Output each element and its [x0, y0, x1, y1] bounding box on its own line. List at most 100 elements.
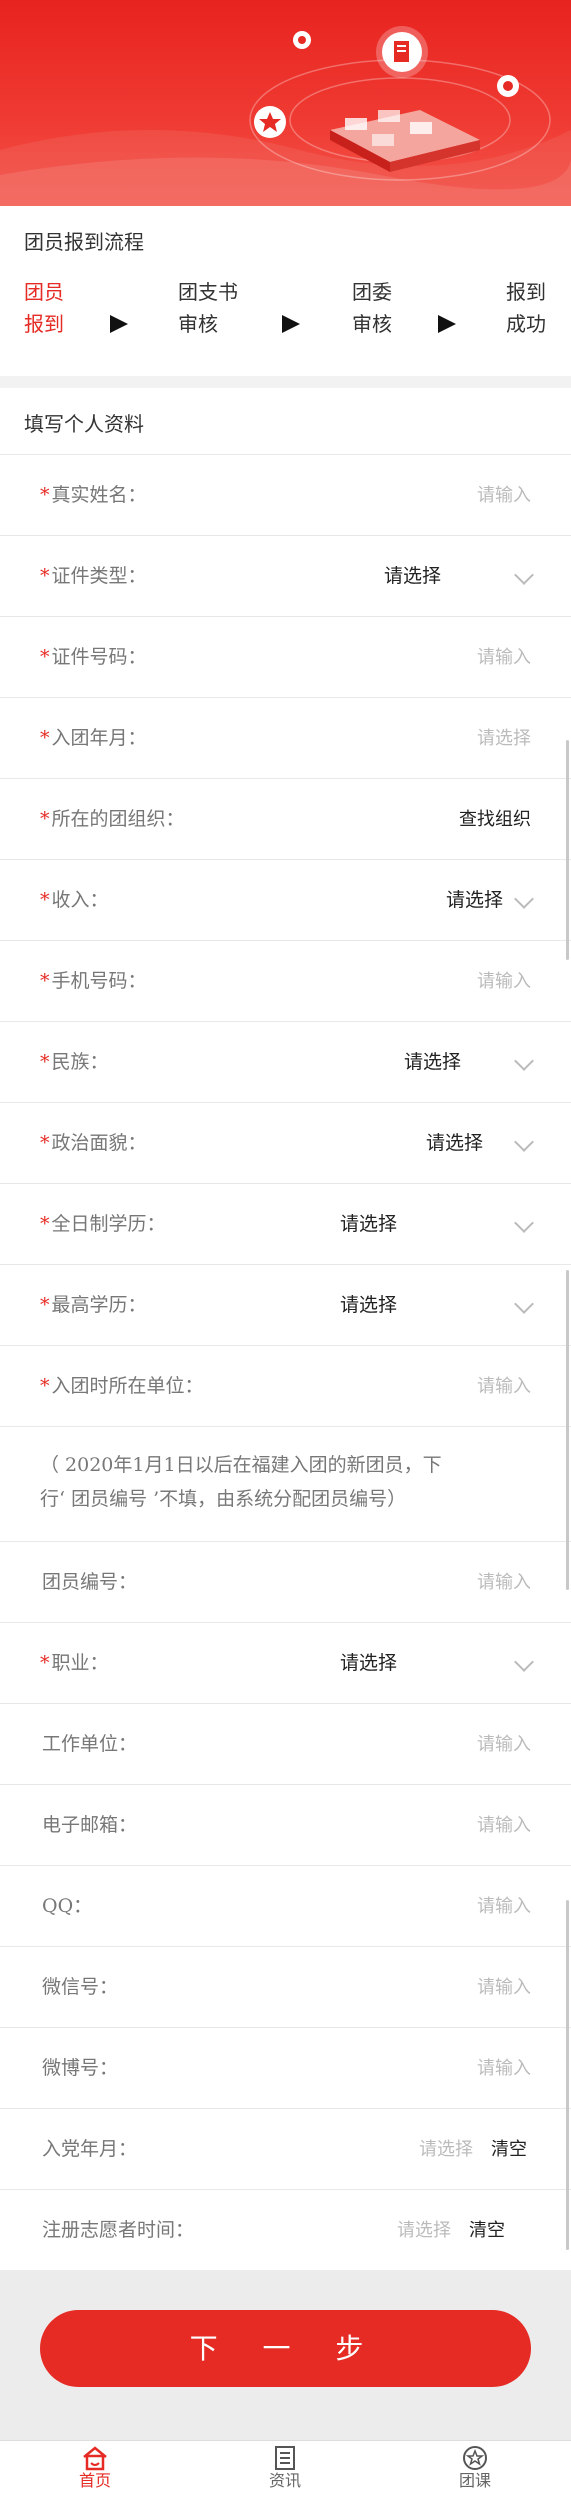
chevron-down-icon [514, 889, 534, 909]
field-join-unit[interactable]: * 入团时所在单位： 请输入 [0, 1346, 571, 1427]
scrollbar[interactable] [566, 1270, 569, 1590]
footer-action-area: 下 一 步 [0, 2270, 571, 2442]
field-label: 证件类型： [51, 565, 147, 587]
ethnicity-select[interactable]: 请选择 [404, 1022, 461, 1103]
field-party-join-date[interactable]: 入党年月： 请选择 清空 [0, 2109, 571, 2190]
field-label: 手机号码： [51, 970, 147, 992]
lesson-icon [463, 2446, 487, 2470]
field-label: 入团时所在单位： [51, 1375, 204, 1397]
qq-input[interactable]: 请输入 [477, 1866, 531, 1947]
chevron-down-icon [514, 1294, 534, 1314]
chevron-down-icon [514, 1132, 534, 1152]
section-divider [0, 376, 571, 388]
join-date-picker[interactable]: 请选择 [477, 698, 531, 779]
occupation-select[interactable]: 请选择 [340, 1623, 397, 1704]
document-icon [376, 26, 428, 78]
banner-illustration [0, 26, 571, 206]
field-label: 真实姓名： [51, 484, 147, 506]
id-number-input[interactable]: 请输入 [477, 617, 531, 698]
chevron-down-icon [514, 1213, 534, 1233]
scrollbar[interactable] [566, 740, 569, 960]
news-icon [275, 2446, 295, 2470]
tab-home[interactable]: 首页 [55, 2445, 135, 2491]
field-label: 职业： [51, 1652, 109, 1674]
field-label: 收入： [51, 889, 109, 911]
field-label: 全日制学历： [51, 1213, 166, 1235]
clear-button[interactable]: 清空 [469, 2190, 505, 2271]
field-real-name[interactable]: * 真实姓名： 请输入 [0, 455, 571, 536]
join-unit-input[interactable]: 请输入 [477, 1346, 531, 1427]
tab-lessons[interactable]: 团课 [435, 2445, 515, 2491]
income-select[interactable]: 请选择 [446, 860, 503, 941]
field-organization[interactable]: * 所在的团组织： 查找组织 [0, 779, 571, 860]
field-label: 证件号码： [51, 646, 147, 668]
field-qq[interactable]: QQ： 请输入 [0, 1866, 571, 1947]
field-label: 所在的团组织： [51, 808, 185, 830]
email-input[interactable]: 请输入 [477, 1785, 531, 1866]
wechat-input[interactable]: 请输入 [477, 1947, 531, 2028]
field-fulltime-education[interactable]: * 全日制学历： 请选择 [0, 1184, 571, 1265]
field-label: 入团年月： [51, 727, 147, 749]
field-occupation[interactable]: * 职业： 请选择 [0, 1623, 571, 1704]
id-type-select[interactable]: 请选择 [384, 536, 441, 617]
field-label: 微博号： [42, 2057, 119, 2079]
member-number-input[interactable]: 请输入 [477, 1542, 531, 1623]
field-phone[interactable]: * 手机号码： 请输入 [0, 941, 571, 1022]
step-branch-review: 团支书 审核 [178, 280, 238, 336]
chevron-down-icon [514, 1051, 534, 1071]
bottom-tab-bar: 首页 资讯 团课 [0, 2440, 571, 2494]
field-wechat[interactable]: 微信号： 请输入 [0, 1947, 571, 2028]
fulltime-education-select[interactable]: 请选择 [340, 1184, 397, 1265]
home-icon [83, 2446, 107, 2471]
next-step-button[interactable]: 下 一 步 [40, 2310, 531, 2387]
scrollbar[interactable] [566, 1900, 569, 2250]
field-join-date[interactable]: * 入团年月： 请选择 [0, 698, 571, 779]
field-id-number[interactable]: * 证件号码： 请输入 [0, 617, 571, 698]
field-political-status[interactable]: * 政治面貌： 请选择 [0, 1103, 571, 1184]
highest-education-select[interactable]: 请选择 [340, 1265, 397, 1346]
phone-input[interactable]: 请输入 [477, 941, 531, 1022]
header-banner [0, 0, 571, 206]
field-weibo[interactable]: 微博号： 请输入 [0, 2028, 571, 2109]
step-success: 报到 成功 [506, 280, 546, 336]
field-label: QQ： [42, 1895, 93, 1917]
arrow-icon [282, 315, 300, 333]
field-volunteer-date[interactable]: 注册志愿者时间： 请选择 清空 [0, 2190, 571, 2271]
field-label: 微信号： [42, 1976, 119, 1998]
field-label: 注册志愿者时间： [42, 2219, 195, 2241]
field-label: 团员编号： [42, 1571, 138, 1593]
field-email[interactable]: 电子邮箱： 请输入 [0, 1785, 571, 1866]
star-icon [254, 106, 286, 138]
field-label: 电子邮箱： [42, 1814, 138, 1836]
volunteer-date-picker[interactable]: 请选择 [397, 2190, 451, 2271]
field-income[interactable]: * 收入： 请选择 [0, 860, 571, 941]
tab-news[interactable]: 资讯 [245, 2445, 325, 2491]
field-member-number[interactable]: 团员编号： 请输入 [0, 1542, 571, 1623]
process-title: 团员报到流程 [24, 230, 144, 254]
arrow-icon [438, 315, 456, 333]
field-ethnicity[interactable]: * 民族： 请选择 [0, 1022, 571, 1103]
work-unit-input[interactable]: 请输入 [477, 1704, 531, 1785]
field-label: 最高学历： [51, 1294, 147, 1316]
field-id-type[interactable]: * 证件类型： 请选择 [0, 536, 571, 617]
chevron-down-icon [514, 1652, 534, 1672]
process-steps: 团员 报到 团支书 审核 团委 审核 报到 成功 [0, 272, 571, 372]
field-label: 工作单位： [42, 1733, 138, 1755]
field-highest-education[interactable]: * 最高学历： 请选择 [0, 1265, 571, 1346]
chevron-down-icon [514, 565, 534, 585]
find-organization-link[interactable]: 查找组织 [459, 779, 531, 860]
real-name-input[interactable]: 请输入 [477, 455, 531, 536]
clear-button[interactable]: 清空 [491, 2109, 527, 2190]
member-number-note: （ 2020年1月1日以后在福建入团的新团员，下 行‘ 团员编号 ’不填，由系统… [40, 1454, 442, 1510]
field-label: 入党年月： [42, 2138, 138, 2160]
weibo-input[interactable]: 请输入 [477, 2028, 531, 2109]
arrow-icon [110, 315, 128, 333]
field-label: 政治面貌： [51, 1132, 147, 1154]
form-title: 填写个人资料 [24, 412, 144, 436]
field-label: 民族： [51, 1051, 109, 1073]
step-member-report: 团员 报到 [24, 280, 64, 336]
step-committee-review: 团委 审核 [352, 280, 392, 336]
political-status-select[interactable]: 请选择 [426, 1103, 483, 1184]
party-join-date-picker[interactable]: 请选择 [419, 2109, 473, 2190]
field-work-unit[interactable]: 工作单位： 请输入 [0, 1704, 571, 1785]
